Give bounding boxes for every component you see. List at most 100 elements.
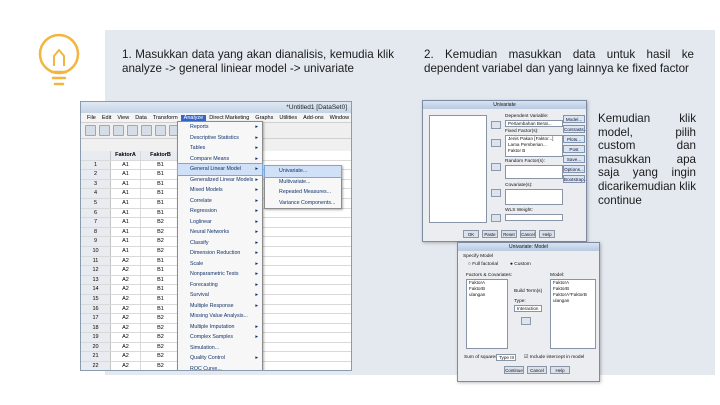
table-cell[interactable]: A2	[111, 256, 141, 266]
menu-item-loglinear[interactable]: Loglinear ▸	[178, 217, 262, 228]
table-cell[interactable]: A2	[111, 333, 141, 342]
menu-item-nonparametric-tests[interactable]: Nonparametric Tests ▸	[178, 269, 262, 280]
menu-item-complex-samples[interactable]: Complex Samples ▸	[178, 332, 262, 343]
table-cell[interactable]: A2	[111, 304, 141, 314]
table-cell[interactable]: 15	[81, 294, 111, 304]
table-cell[interactable]: B1	[141, 189, 181, 198]
menu-item-tables[interactable]: Tables ▸	[178, 143, 262, 154]
table-cell[interactable]: B1	[141, 294, 181, 304]
table-cell[interactable]: A2	[111, 352, 141, 362]
menu-item-descriptive-statistics[interactable]: Descriptive Statistics ▸	[178, 133, 262, 144]
ss-select[interactable]: Type III	[496, 354, 516, 361]
table-cell[interactable]: B1	[141, 304, 181, 314]
fixed-factor-item[interactable]: Faktor B	[506, 148, 562, 154]
table-cell[interactable]: A2	[111, 362, 141, 370]
menu-item-mixed-models[interactable]: Mixed Models ▸	[178, 185, 262, 196]
table-cell[interactable]: B2	[141, 246, 181, 256]
menu-item-roc-curve[interactable]: ROC Curve...	[178, 364, 262, 370]
menu-item-regression[interactable]: Regression ▸	[178, 206, 262, 217]
wls-field[interactable]	[505, 214, 563, 221]
save-button[interactable]: Save...	[563, 155, 585, 163]
table-cell[interactable]: 6	[81, 208, 111, 218]
random-factor-list[interactable]	[505, 165, 563, 179]
factors-list[interactable]: FaktorA FaktorB ulangan	[466, 279, 508, 349]
reset-button[interactable]: Reset	[501, 230, 517, 238]
table-cell[interactable]: 4	[81, 189, 111, 198]
table-cell[interactable]: 17	[81, 314, 111, 323]
table-cell[interactable]: A1	[111, 246, 141, 256]
table-cell[interactable]: A2	[111, 285, 141, 294]
menu-item-general-linear-model[interactable]: General Linear Model ▸	[177, 163, 263, 176]
column-header[interactable]: FaktorA	[111, 151, 141, 160]
covariate-list[interactable]	[505, 189, 563, 205]
help-button[interactable]: Help	[539, 230, 555, 238]
table-cell[interactable]: 1	[81, 160, 111, 170]
table-cell[interactable]: A2	[111, 266, 141, 275]
table-cell[interactable]: A1	[111, 227, 141, 237]
cancel-button[interactable]: Cancel	[527, 366, 547, 374]
menu-item-neural-networks[interactable]: Neural Networks ▸	[178, 227, 262, 238]
column-header[interactable]: FaktorB	[141, 151, 181, 160]
redo-icon[interactable]	[155, 125, 166, 136]
add-term-icon[interactable]	[521, 317, 531, 325]
table-cell[interactable]: B1	[141, 285, 181, 294]
undo-icon[interactable]	[141, 125, 152, 136]
table-cell[interactable]: B2	[141, 218, 181, 227]
help-button[interactable]: Help	[550, 366, 570, 374]
table-cell[interactable]: 3	[81, 179, 111, 189]
dialog-recall-icon[interactable]	[127, 125, 138, 136]
menu-window[interactable]: Window	[327, 115, 351, 121]
table-cell[interactable]: B2	[141, 237, 181, 246]
move-fixed-icon[interactable]	[491, 139, 501, 147]
options-button[interactable]: Options...	[563, 165, 585, 173]
menu-item-missing-value-analysis[interactable]: Missing Value Analysis...	[178, 311, 262, 322]
table-cell[interactable]: B1	[141, 160, 181, 170]
table-cell[interactable]: A1	[111, 179, 141, 189]
menu-add-ons[interactable]: Add-ons	[300, 115, 327, 121]
move-wls-icon[interactable]	[491, 214, 501, 222]
table-cell[interactable]: 13	[81, 275, 111, 285]
table-cell[interactable]: A2	[111, 294, 141, 304]
table-cell[interactable]: A2	[111, 342, 141, 352]
menu-item-quality-control[interactable]: Quality Control ▸	[178, 353, 262, 364]
table-cell[interactable]: 18	[81, 323, 111, 333]
menu-item-correlate[interactable]: Correlate ▸	[178, 196, 262, 207]
menu-item-classify[interactable]: Classify ▸	[178, 238, 262, 249]
custom-radio[interactable]: ● Custom	[510, 262, 531, 267]
table-cell[interactable]: 14	[81, 285, 111, 294]
menu-transform[interactable]: Transform	[150, 115, 181, 121]
table-cell[interactable]: B2	[141, 362, 181, 370]
menu-view[interactable]: View	[114, 115, 132, 121]
table-cell[interactable]: B1	[141, 266, 181, 275]
submenu-item-multivariate[interactable]: Multivariate...	[265, 177, 341, 188]
table-cell[interactable]: 2	[81, 170, 111, 179]
table-cell[interactable]: B2	[141, 227, 181, 237]
table-cell[interactable]: 11	[81, 256, 111, 266]
menu-item-simulation[interactable]: Simulation...	[178, 343, 262, 354]
menu-analyze[interactable]: Analyze	[180, 114, 207, 121]
table-cell[interactable]: B1	[141, 208, 181, 218]
cancel-button[interactable]: Cancel	[520, 230, 536, 238]
dependent-field[interactable]: Pertambahan Berat...	[505, 120, 563, 127]
table-cell[interactable]: A1	[111, 189, 141, 198]
menu-item-generalized-linear-models[interactable]: Generalized Linear Models ▸	[178, 175, 262, 186]
plots-button[interactable]: Plots...	[563, 135, 585, 143]
menu-data[interactable]: Data	[132, 115, 150, 121]
table-cell[interactable]: B1	[141, 198, 181, 208]
column-header[interactable]	[81, 151, 111, 160]
table-cell[interactable]: 22	[81, 362, 111, 370]
table-cell[interactable]: 7	[81, 218, 111, 227]
open-icon[interactable]	[85, 125, 96, 136]
table-cell[interactable]: 20	[81, 342, 111, 352]
table-cell[interactable]: 5	[81, 198, 111, 208]
menu-item-multiple-response[interactable]: Multiple Response ▸	[178, 301, 262, 312]
menu-graphs[interactable]: Graphs	[252, 115, 276, 121]
model-button[interactable]: Model...	[563, 115, 585, 123]
type-select[interactable]: Interaction	[514, 305, 542, 312]
menu-file[interactable]: File	[84, 115, 99, 121]
table-cell[interactable]: B2	[141, 342, 181, 352]
ok-button[interactable]: OK	[463, 230, 479, 238]
move-dependent-icon[interactable]	[491, 121, 501, 129]
post-hoc-button[interactable]: Post Hoc...	[563, 145, 585, 159]
full-factorial-radio[interactable]: ○ Full factorial	[468, 262, 498, 267]
